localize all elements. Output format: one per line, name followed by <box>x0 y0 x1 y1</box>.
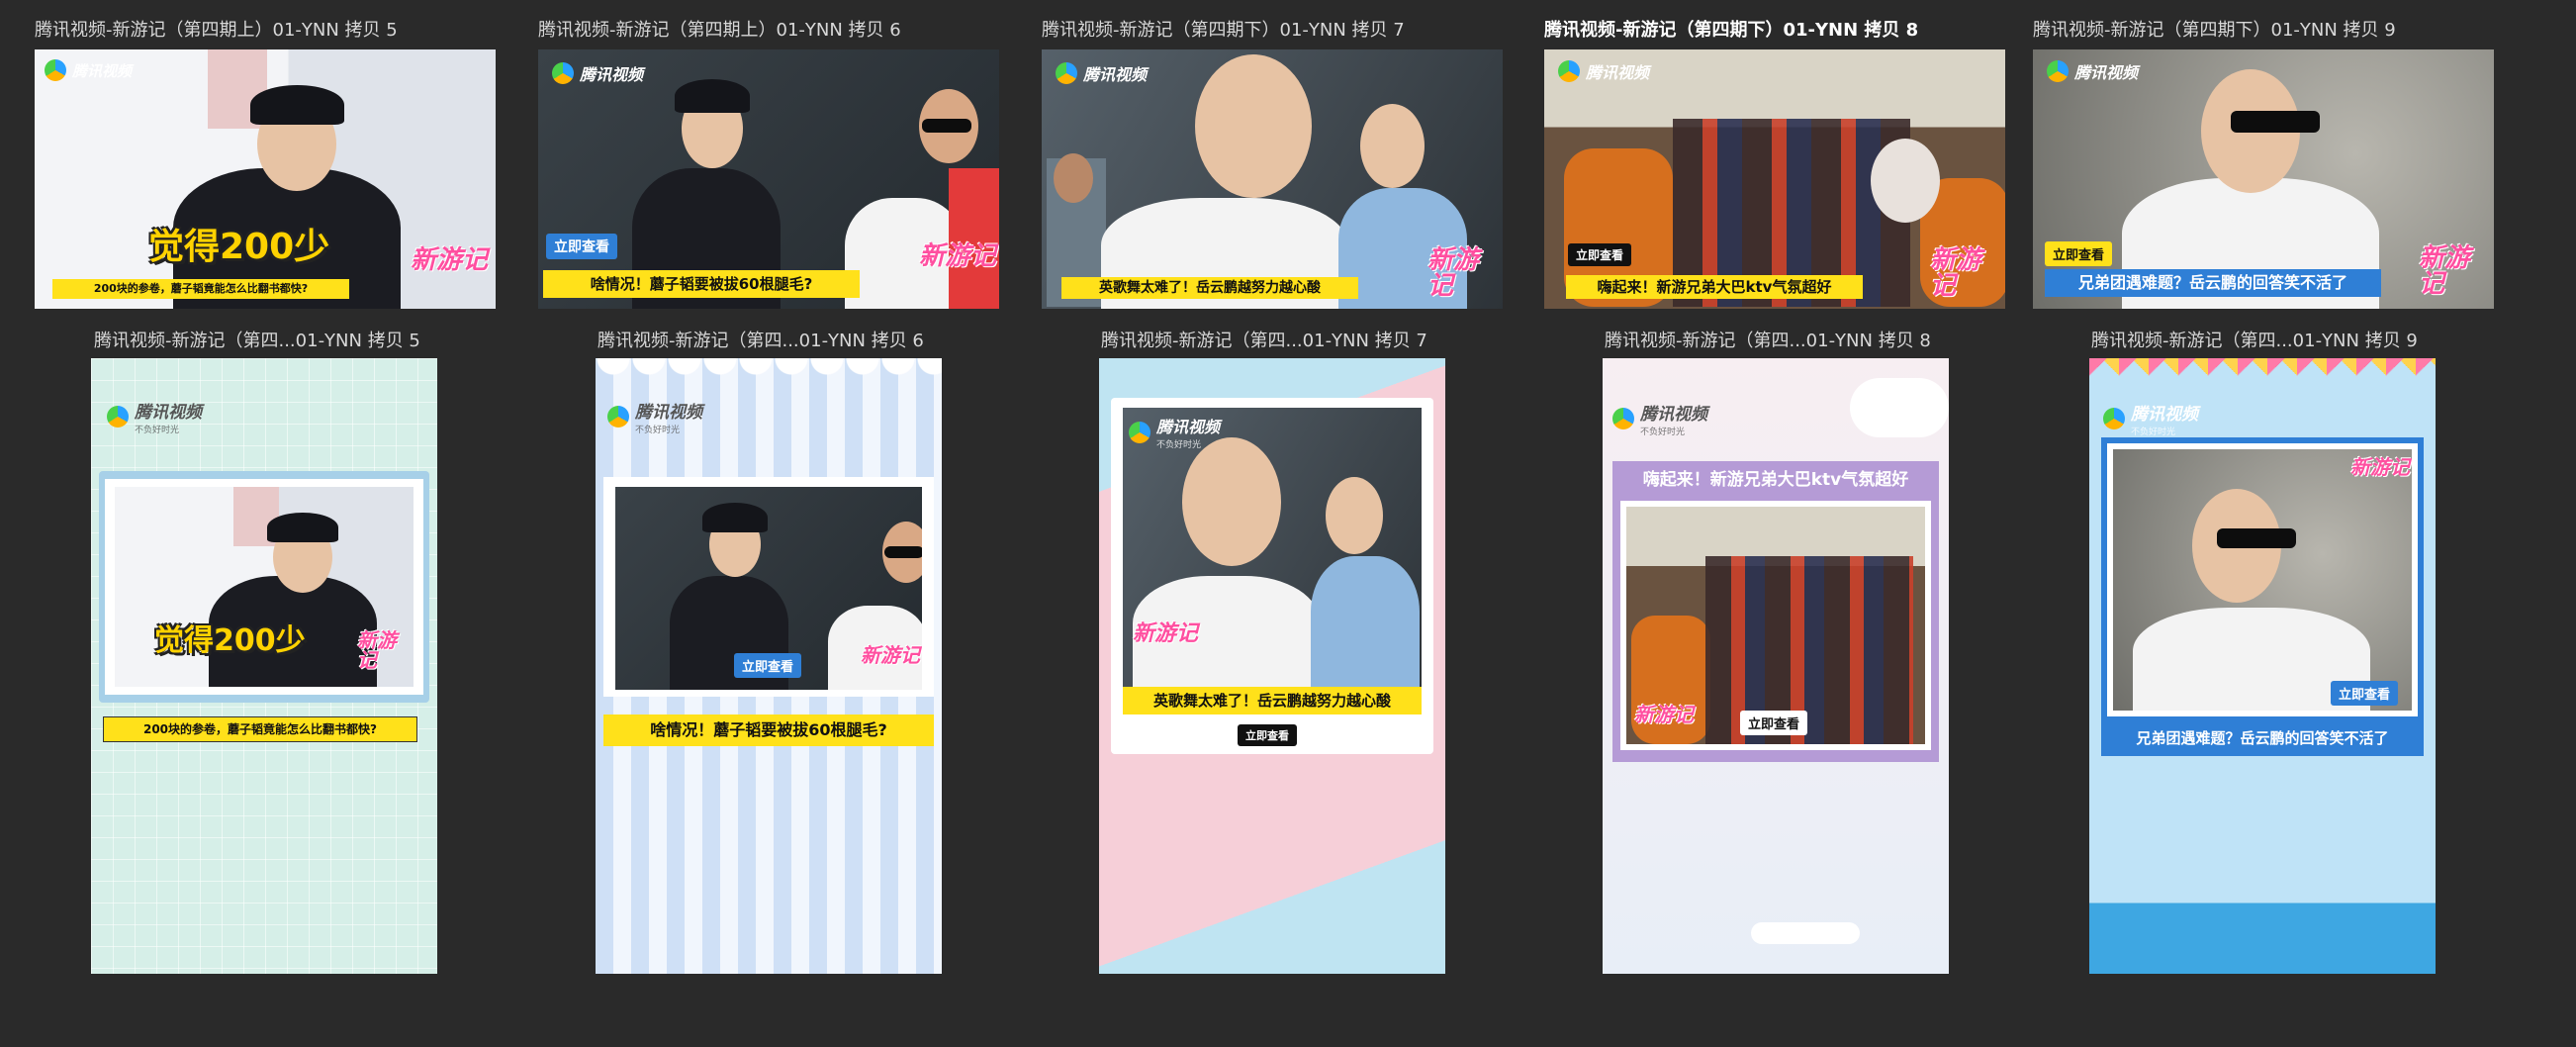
tencent-video-icon <box>552 62 574 84</box>
caption-bar: 英歌舞太难了！岳云鹏越努力越心酸 <box>1061 277 1358 299</box>
vertical-banner[interactable]: 腾讯视频 不负好时光 新游记 英歌舞太难了！岳云鹏越努力越心酸 立即查看 <box>1099 358 1445 974</box>
horizontal-banner[interactable]: 腾讯视频 立即查看 新游记 兄弟团遇难题？岳云鹏的回答笑不活了 <box>2033 49 2494 309</box>
vertical-banner[interactable]: 腾讯视频 不负好时光 新游记 立即查看 兄弟团遇难题？岳云鹏的回答笑不活了 <box>2089 358 2436 974</box>
caption-bar: 200块的参卷，蘑子韬竟能怎么比翻书都快? <box>103 716 417 742</box>
tencent-video-logo: 腾讯视频 <box>2047 59 2138 83</box>
cta-button[interactable]: 立即查看 <box>1740 711 1808 735</box>
artboard-label[interactable]: 腾讯视频-新游记（第四期上）01-YNN 拷贝 5 <box>35 16 398 42</box>
artboard-label[interactable]: 腾讯视频-新游记（第四...01-YNN 拷贝 8 <box>1605 327 1931 352</box>
artboard-label[interactable]: 腾讯视频-新游记（第四...01-YNN 拷贝 7 <box>1101 327 1427 352</box>
show-logo: 新游记 <box>411 245 489 275</box>
tencent-video-logo: 腾讯视频 不负好时光 <box>607 398 702 435</box>
show-logo: 新游记 <box>1930 245 1982 301</box>
artboard-label[interactable]: 腾讯视频-新游记（第四...01-YNN 拷贝 9 <box>2091 327 2418 352</box>
panel-title: 嗨起来！新游兄弟大巴ktv气氛超好 <box>1642 470 1909 490</box>
tencent-video-icon <box>107 406 129 428</box>
cta-button[interactable]: 立即查看 <box>2331 681 2399 706</box>
photo-scene: 新游记 立即查看 <box>1626 507 1925 744</box>
show-logo: 新游记 <box>919 241 997 271</box>
show-logo: 新游记 <box>861 643 920 667</box>
horizontal-banner[interactable]: 腾讯视频 新游记 英歌舞太难了！岳云鹏越努力越心酸 <box>1042 49 1503 309</box>
tencent-video-logo: 腾讯视频 <box>1558 59 1649 83</box>
headline-text: 觉得200少 <box>148 227 330 267</box>
cta-button[interactable]: 立即查看 <box>1238 724 1297 746</box>
cta-button[interactable]: 立即查看 <box>2045 241 2113 266</box>
caption-bar: 兄弟团遇难题？岳云鹏的回答笑不活了 <box>2045 269 2381 297</box>
caption-bar: 啥情况！蘑子韬要被拔60根腿毛? <box>543 270 860 298</box>
artboard-label[interactable]: 腾讯视频-新游记（第四期下）01-YNN 拷贝 9 <box>2033 16 2396 42</box>
cta-button[interactable]: 立即查看 <box>734 653 802 678</box>
photo-scene: 立即查看 新游记 <box>615 487 922 690</box>
photo-scene: 新游记 立即查看 <box>2113 449 2412 711</box>
tencent-video-logo: 腾讯视频 <box>45 59 132 81</box>
cta-button[interactable]: 立即查看 <box>1568 243 1632 266</box>
show-logo: 新游记 <box>357 628 397 672</box>
tencent-video-icon <box>1056 62 1077 84</box>
show-logo: 新游记 <box>2419 243 2471 299</box>
horizontal-banner[interactable]: 腾讯视频 觉得200少 新游记 200块的参卷，蘑子韬竟能怎么比翻书都快? <box>35 49 496 309</box>
whale-wave-decoration <box>2089 873 2436 974</box>
artboard-label[interactable]: 腾讯视频-新游记（第四...01-YNN 拷贝 6 <box>598 327 924 352</box>
tencent-video-icon <box>2047 60 2069 82</box>
tencent-video-logo: 腾讯视频 <box>1056 61 1147 85</box>
bunting-decoration <box>2089 358 2436 398</box>
tencent-video-logo: 腾讯视频 不负好时光 <box>1612 400 1707 437</box>
vertical-banner[interactable]: 腾讯视频 不负好时光 觉得200少 新游记 200块的参卷，蘑子韬竟能怎么比翻书都… <box>91 358 437 974</box>
tencent-video-logo: 腾讯视频 不负好时光 <box>1129 414 1220 450</box>
horizontal-banner[interactable]: 腾讯视频 立即查看 新游记 啥情况！蘑子韬要被拔60根腿毛? <box>538 49 999 309</box>
artboard-label[interactable]: 腾讯视频-新游记（第四期上）01-YNN 拷贝 6 <box>538 16 901 42</box>
caption-bar: 兄弟团遇难题？岳云鹏的回答笑不活了 <box>2101 724 2424 752</box>
vertical-banner[interactable]: 腾讯视频 不负好时光 立即查看 新游记 啥情况！蘑子韬要被拔60根腿毛? <box>596 358 942 974</box>
cta-button[interactable]: 立即查看 <box>546 234 617 259</box>
tencent-video-icon <box>1612 408 1634 429</box>
caption-bar: 嗨起来！新游兄弟大巴ktv气氛超好 <box>1566 275 1863 299</box>
artboard-label[interactable]: 腾讯视频-新游记（第四...01-YNN 拷贝 5 <box>94 327 420 352</box>
show-logo: 新游记 <box>2350 455 2410 479</box>
photo-scene: 觉得200少 新游记 <box>115 487 414 687</box>
horizontal-banner[interactable]: 腾讯视频 立即查看 新游记 嗨起来！新游兄弟大巴ktv气氛超好 <box>1544 49 2005 309</box>
tencent-video-logo: 腾讯视频 <box>552 61 643 85</box>
headline-text: 觉得200少 <box>154 623 306 658</box>
artboard-label[interactable]: 腾讯视频-新游记（第四期下）01-YNN 拷贝 7 <box>1042 16 1405 42</box>
caption-bar: 英歌舞太难了！岳云鹏越努力越心酸 <box>1123 687 1422 714</box>
tencent-video-icon <box>1129 421 1150 443</box>
tencent-video-icon <box>2103 408 2125 429</box>
show-logo: 新游记 <box>1427 245 1480 301</box>
show-logo: 新游记 <box>1133 621 1199 646</box>
tencent-video-logo: 腾讯视频 不负好时光 <box>107 398 202 435</box>
caption-bar: 200块的参卷，蘑子韬竟能怎么比翻书都快? <box>52 279 349 299</box>
tencent-video-icon <box>607 406 629 428</box>
photo-scene: 腾讯视频 不负好时光 新游记 <box>1123 408 1422 687</box>
tencent-video-icon <box>1558 60 1580 82</box>
vertical-banner[interactable]: 腾讯视频 不负好时光 嗨起来！新游兄弟大巴ktv气氛超好 新游记 立即查看 <box>1603 358 1949 974</box>
tencent-video-logo: 腾讯视频 不负好时光 <box>2103 400 2198 437</box>
artboard-label-selected[interactable]: 腾讯视频-新游记（第四期下）01-YNN 拷贝 8 <box>1544 16 1918 42</box>
caption-bar: 啥情况！蘑子韬要被拔60根腿毛? <box>603 714 934 746</box>
show-logo: 新游记 <box>1634 703 1694 726</box>
tencent-video-icon <box>45 59 66 81</box>
